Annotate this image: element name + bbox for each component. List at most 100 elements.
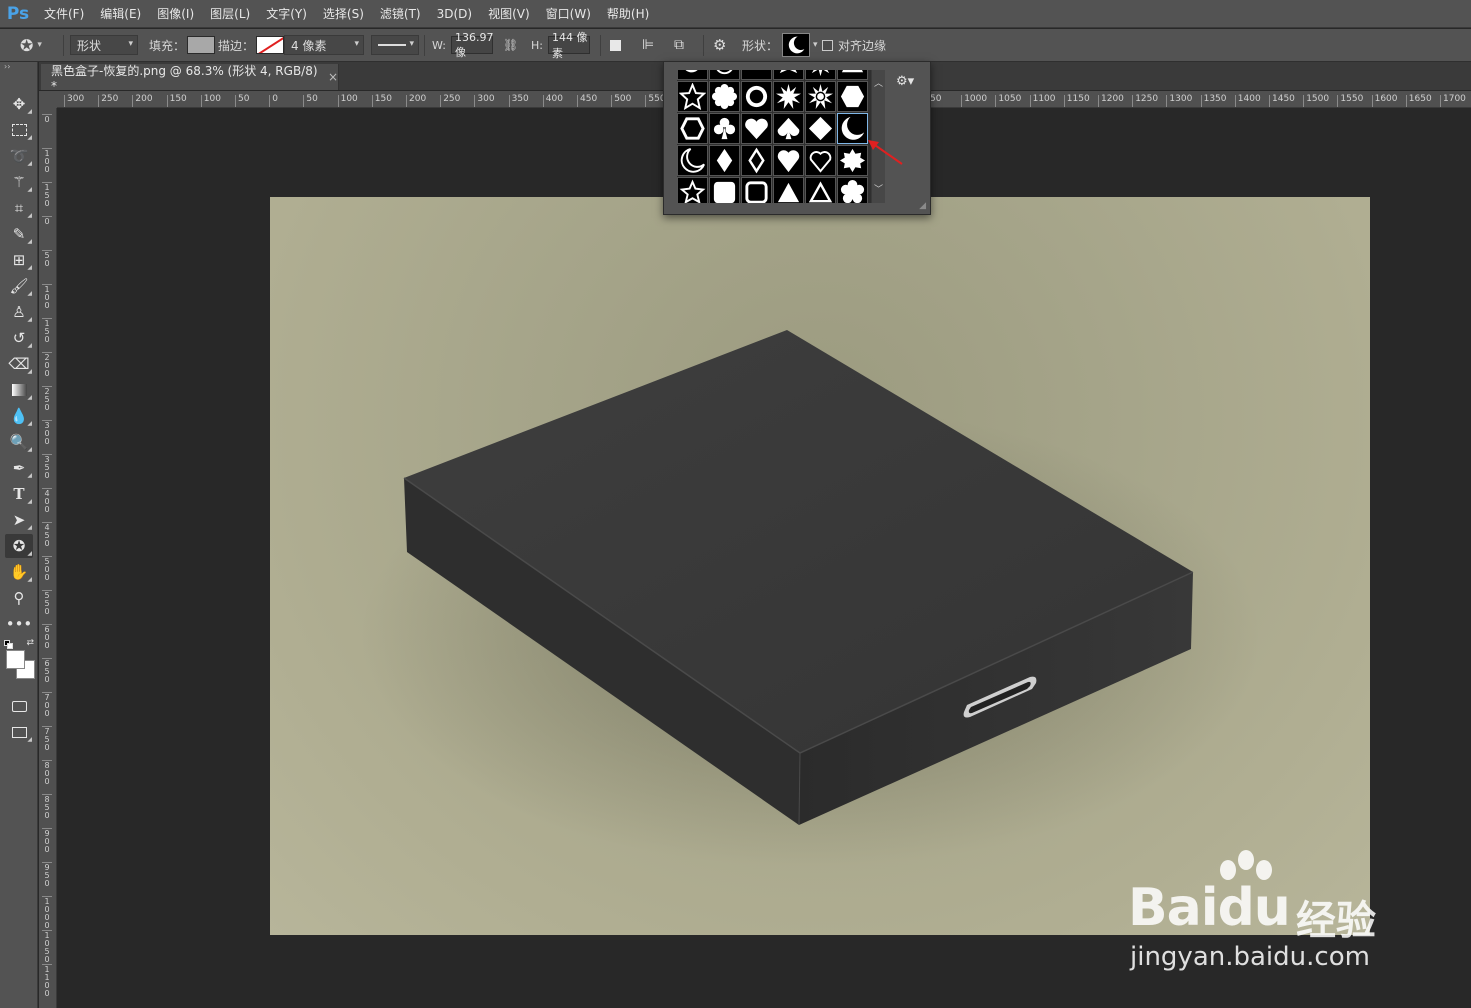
stroke-width-select[interactable]: 4 像素 ▾ [284,35,364,55]
rounded-square-outline-icon [745,181,768,203]
tool-preset-picker[interactable]: ✪ ▾ [20,29,42,62]
shape-heart-solid[interactable] [773,145,804,176]
path-alignment-button[interactable]: ⊫ [642,29,654,62]
menu-layer[interactable]: 图层(L) [202,0,258,28]
magic-wand-tool[interactable]: ⚚ ◢ [5,170,33,194]
menu-3d[interactable]: 3D(D) [429,0,480,28]
more-tools[interactable]: ••• [5,612,33,636]
menu-filter[interactable]: 滤镜(T) [372,0,429,28]
height-input[interactable]: 144 像素 [547,31,590,60]
pen-tool[interactable]: ✒ ◢ [5,456,33,480]
menu-view[interactable]: 视图(V) [480,0,538,28]
ruler-tick-label: 1000 [961,95,987,107]
shape-scallop-ring[interactable] [741,81,772,112]
chevron-down-icon[interactable]: ▾ [813,40,818,50]
stroke-type-select[interactable]: ▾ [371,35,419,55]
shape-crescent[interactable] [837,113,868,144]
shape-heart[interactable] [741,113,772,144]
menu-select[interactable]: 选择(S) [315,0,372,28]
shape-rounded-square-outline[interactable] [741,177,772,203]
menu-edit[interactable]: 编辑(E) [92,0,149,28]
shape-flag[interactable] [837,70,868,80]
path-arrangement-button[interactable]: ⧉ [674,29,684,62]
document-canvas[interactable] [270,197,1370,935]
ruler-corner[interactable] [39,91,57,108]
path-operations-button[interactable] [610,29,621,62]
shape-flower8[interactable] [709,81,740,112]
menu-image[interactable]: 图像(I) [149,0,202,28]
shape-heart-outline[interactable] [805,145,836,176]
quick-mask-button[interactable] [5,694,33,718]
blur-tool[interactable]: 💧 ◢ [5,404,33,428]
shape-starburst[interactable] [773,81,804,112]
zoom-tool[interactable]: ⚲ [5,586,33,610]
shape-grid-scrollbar[interactable]: ︿ ﹀ [871,70,885,203]
shape-diamond[interactable] [805,113,836,144]
shape-picker-button[interactable] [782,33,811,57]
document-tab[interactable]: 黑色盒子-恢复的.png @ 68.3% (形状 4, RGB/8) * × [41,64,339,93]
scroll-up-icon[interactable]: ︿ [874,76,883,89]
ruler-tick-label: 600 [42,624,52,650]
panel-grip[interactable]: ›› [0,62,37,72]
menu-type[interactable]: 文字(Y) [258,0,315,28]
stamp-tool[interactable]: ♙ ◢ [5,300,33,324]
shape-banner[interactable] [741,70,772,80]
shape-triangle-outline[interactable] [805,177,836,203]
shape-diamond-outline[interactable] [741,145,772,176]
menu-window[interactable]: 窗口(W) [538,0,599,28]
eraser-tool[interactable]: ⌫ ◢ [5,352,33,376]
shape-spade[interactable] [773,113,804,144]
crop-tool[interactable]: ⌗ ◢ [5,196,33,220]
mode-select[interactable]: 形状 ▾ [70,35,138,55]
shape-flower[interactable] [837,177,868,203]
eyedropper-tool[interactable]: ✎ ◢ [5,222,33,246]
shape-triangle[interactable] [773,177,804,203]
brush-tool[interactable]: 🖌 ◢ [5,274,33,298]
healing-tool[interactable]: ⊞ ◢ [5,248,33,272]
menu-help[interactable]: 帮助(H) [599,0,657,28]
shape-star-outline[interactable] [677,177,708,203]
foreground-color[interactable] [6,650,25,669]
screen-mode-button[interactable]: ◢ [5,720,33,744]
shape-hexagon-outline[interactable] [677,113,708,144]
vertical-ruler[interactable]: 0 100 150 0 50 100 150 200 250 300 350 400 450 500 550… [39,108,57,1008]
shape-star[interactable] [677,81,708,112]
gradient-tool[interactable]: ◢ [5,378,33,402]
watermark-url: jingyan.baidu.com [1130,942,1370,972]
shape-rounded-square[interactable] [709,177,740,203]
swap-colors-icon[interactable]: ⇄ [26,638,34,648]
link-icon[interactable]: ⛓ [503,38,518,52]
default-colors-icon[interactable] [4,640,13,649]
shape-hexagon[interactable] [837,81,868,112]
quick-mask-icon [11,700,27,712]
dodge-tool[interactable]: 🔍 ◢ [5,430,33,454]
width-input[interactable]: 136.97 像 [450,31,493,59]
fill-color-swatch[interactable] [187,36,216,54]
shape-burst[interactable] [773,70,804,80]
stroke-color-swatch[interactable] [256,36,285,54]
type-tool[interactable]: T ◢ [5,482,33,506]
marquee-tool[interactable]: ◢ [5,118,33,142]
settings-button[interactable]: ⚙ [713,29,726,62]
hand-tool[interactable]: ✋ ◢ [5,560,33,584]
close-icon[interactable]: × [328,70,338,84]
shape-seal[interactable] [837,145,868,176]
shape-ring[interactable] [709,70,740,80]
shape-burst2[interactable] [805,70,836,80]
ruler-tick-label: 350 [42,454,52,480]
history-brush-tool[interactable]: ↺ ◢ [5,326,33,350]
custom-shape-tool[interactable]: ✪ ◢ [5,534,33,558]
resize-grip-icon[interactable]: ◢ [919,201,926,211]
menu-file[interactable]: 文件(F) [36,0,92,28]
move-tool[interactable]: ✥ ◢ [5,92,33,116]
lasso-tool[interactable]: ➰ ◢ [5,144,33,168]
shape-diamond-tall[interactable] [709,145,740,176]
shape-club[interactable] [709,113,740,144]
scroll-down-icon[interactable]: ﹀ [874,182,883,195]
shape-crescent-outline[interactable] [677,145,708,176]
align-edges-checkbox[interactable]: 对齐边缘 [822,29,886,62]
gear-icon[interactable]: ⚙▾ [896,74,914,89]
shape-sun-burst[interactable] [805,81,836,112]
path-selection-tool[interactable]: ➤ ◢ [5,508,33,532]
shape-swirl[interactable] [677,70,708,80]
